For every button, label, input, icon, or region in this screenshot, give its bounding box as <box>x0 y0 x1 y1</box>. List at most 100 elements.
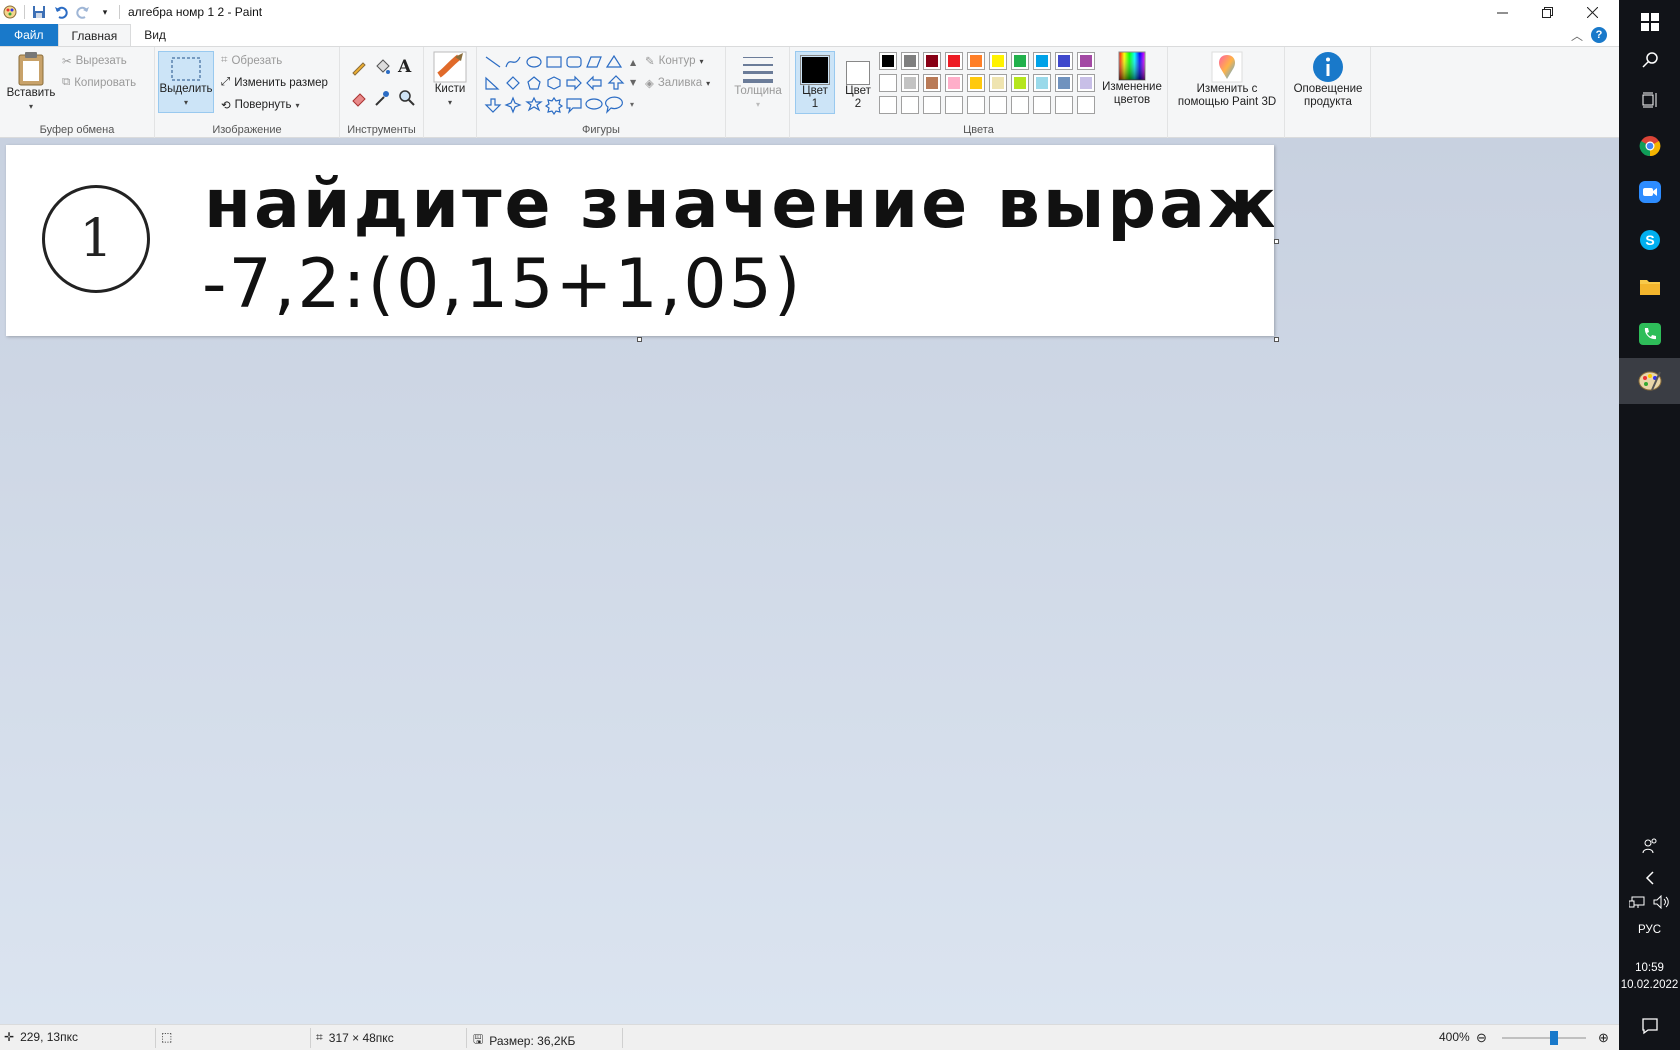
canvas-image[interactable]: 1 найдите значение выражения -7,2:(0,15+… <box>6 145 1274 336</box>
help-icon[interactable]: ? <box>1591 27 1607 43</box>
phone-icon <box>1638 323 1661 345</box>
eraser-icon[interactable] <box>350 89 368 107</box>
palette-swatch-fill <box>970 55 982 67</box>
palette-swatch[interactable] <box>1055 74 1073 92</box>
palette-swatch[interactable] <box>1033 52 1051 70</box>
fill-button[interactable]: ◈ Заливка ▾ <box>645 76 710 90</box>
redo-icon[interactable] <box>75 4 91 20</box>
palette-swatch[interactable] <box>1077 52 1095 70</box>
product-notice-button[interactable]: Оповещение продукта <box>1288 51 1368 109</box>
color-picker-icon[interactable] <box>373 89 391 107</box>
zoom-slider-thumb[interactable] <box>1550 1031 1559 1045</box>
color1-label-line2: 1 <box>811 98 819 110</box>
ribbon: Вставить ▾ ✂ Вырезать ⧉ Копировать Буфер… <box>0 46 1619 138</box>
palette-swatch[interactable] <box>923 52 941 70</box>
edit-colors-button[interactable]: Изменение цветов <box>1099 51 1165 107</box>
network-icon[interactable] <box>1628 895 1645 909</box>
zoom-out-button[interactable]: ⊖ <box>1476 1030 1487 1046</box>
clock-time[interactable]: 10:59 <box>1619 962 1680 974</box>
fill-bucket-icon[interactable] <box>373 58 391 76</box>
color1-button[interactable]: Цвет 1 <box>795 51 835 114</box>
collapse-ribbon-icon[interactable]: ︿ <box>1571 27 1583 44</box>
paint3d-icon <box>1211 51 1243 83</box>
palette-swatch[interactable] <box>901 74 919 92</box>
outline-button[interactable]: ✎ Контур ▾ <box>645 54 704 68</box>
customize-toolbar-icon[interactable]: ▾ <box>97 4 113 20</box>
resize-handle-corner[interactable] <box>1274 337 1279 342</box>
select-button[interactable]: Выделить ▾ <box>158 51 214 113</box>
palette-swatch[interactable] <box>1011 52 1029 70</box>
palette-empty-swatch[interactable] <box>901 96 919 114</box>
zoom-in-button[interactable]: ⊕ <box>1598 1030 1609 1046</box>
clock-date[interactable]: 10.02.2022 <box>1619 979 1680 991</box>
palette-empty-swatch[interactable] <box>879 96 897 114</box>
palette-swatch[interactable] <box>901 52 919 70</box>
rotate-button[interactable]: ⟲ Повернуть ▾ <box>221 98 299 112</box>
restore-button[interactable] <box>1524 0 1570 24</box>
palette-swatch[interactable] <box>923 74 941 92</box>
taskbar-skype[interactable]: S <box>1619 218 1680 262</box>
palette-empty-swatch[interactable] <box>967 96 985 114</box>
palette-empty-swatch[interactable] <box>989 96 1007 114</box>
search-button[interactable] <box>1619 38 1680 82</box>
taskbar-zoom[interactable] <box>1619 170 1680 214</box>
palette-swatch[interactable] <box>879 74 897 92</box>
minimize-button[interactable] <box>1479 0 1525 24</box>
taskbar-phone-app[interactable] <box>1619 312 1680 356</box>
taskbar-explorer[interactable] <box>1619 264 1680 308</box>
magnifier-icon[interactable] <box>398 89 416 107</box>
resize-button[interactable]: ⤢ Изменить размер <box>221 76 328 89</box>
paste-button[interactable]: Вставить ▾ <box>6 51 56 113</box>
color1-fill <box>802 57 828 83</box>
copy-button[interactable]: ⧉ Копировать <box>62 76 136 89</box>
palette-swatch[interactable] <box>1055 52 1073 70</box>
text-tool-icon[interactable]: A <box>398 57 411 77</box>
palette-swatch[interactable] <box>1011 74 1029 92</box>
palette-swatch[interactable] <box>1033 74 1051 92</box>
cut-button[interactable]: ✂ Вырезать <box>62 54 127 68</box>
zoom-slider[interactable] <box>1502 1031 1586 1045</box>
resize-handle-right[interactable] <box>1274 239 1279 244</box>
palette-swatch[interactable] <box>967 74 985 92</box>
canvas-workspace[interactable]: 1 найдите значение выражения -7,2:(0,15+… <box>0 138 1619 1024</box>
volume-icon[interactable] <box>1653 895 1671 909</box>
palette-swatch-fill <box>948 55 960 67</box>
notifications-button[interactable] <box>1619 1004 1680 1048</box>
color2-button[interactable]: Цвет 2 <box>839 51 877 111</box>
shapes-gallery[interactable]: ▲ ▼ ▾ <box>483 53 643 115</box>
group-brushes: Кисти ▾ <box>424 47 477 138</box>
palette-swatch[interactable] <box>989 74 1007 92</box>
paint3d-button[interactable]: Изменить с помощью Paint 3D <box>1172 51 1282 109</box>
skype-icon: S <box>1639 230 1660 250</box>
resize-handle-bottom[interactable] <box>637 337 642 342</box>
input-language[interactable]: РУС <box>1619 924 1680 936</box>
close-button[interactable] <box>1569 0 1615 24</box>
palette-empty-swatch[interactable] <box>945 96 963 114</box>
palette-swatch[interactable] <box>1077 74 1095 92</box>
palette-empty-swatch[interactable] <box>1077 96 1095 114</box>
tab-home[interactable]: Главная <box>57 24 132 46</box>
palette-swatch-fill <box>1036 55 1048 67</box>
brushes-button[interactable]: Кисти ▾ <box>430 51 470 109</box>
undo-icon[interactable] <box>53 4 69 20</box>
tab-file[interactable]: Файл <box>0 24 58 46</box>
taskbar-chrome[interactable] <box>1619 124 1680 168</box>
save-icon[interactable] <box>31 4 47 20</box>
palette-empty-swatch[interactable] <box>1055 96 1073 114</box>
paint-app-icon[interactable] <box>2 4 18 20</box>
tab-view[interactable]: Вид <box>131 24 179 46</box>
palette-swatch[interactable] <box>989 52 1007 70</box>
palette-empty-swatch[interactable] <box>1033 96 1051 114</box>
size-button[interactable]: Толщина ▾ <box>732 51 784 111</box>
palette-swatch[interactable] <box>945 52 963 70</box>
palette-swatch[interactable] <box>945 74 963 92</box>
task-view-button[interactable] <box>1619 78 1680 122</box>
palette-swatch[interactable] <box>967 52 985 70</box>
crop-button[interactable]: ⌗ Обрезать <box>221 54 282 67</box>
pencil-icon[interactable] <box>350 58 368 76</box>
ribbon-tabs: Файл Главная Вид ︿ ? <box>0 24 1619 46</box>
palette-empty-swatch[interactable] <box>923 96 941 114</box>
taskbar-paint[interactable] <box>1619 358 1680 404</box>
palette-swatch[interactable] <box>879 52 897 70</box>
palette-empty-swatch[interactable] <box>1011 96 1029 114</box>
